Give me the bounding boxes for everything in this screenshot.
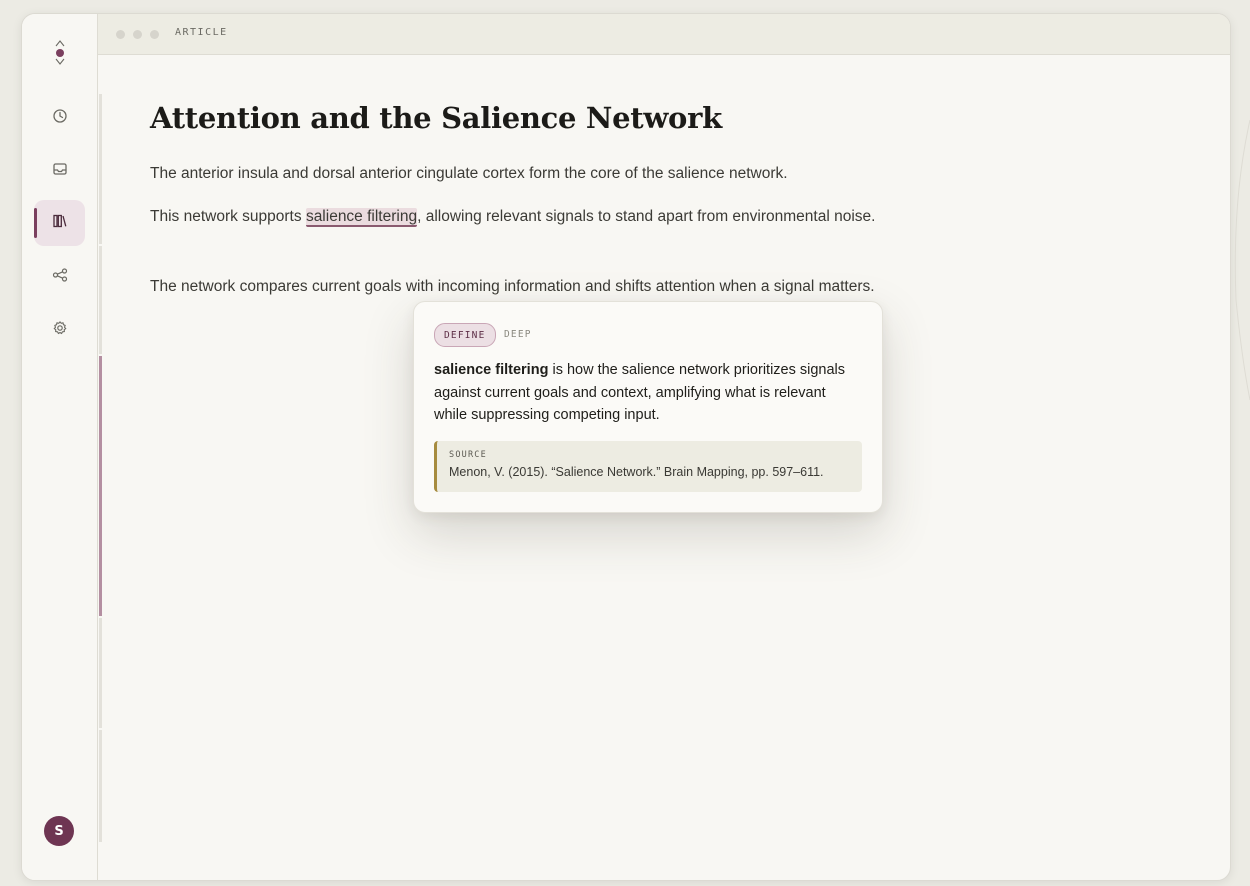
article-paragraph: The anterior insula and dorsal anterior … xyxy=(150,165,788,182)
source-citation: SOURCE Menon, V. (2015). “Salience Netwo… xyxy=(434,441,862,492)
share-graph-icon xyxy=(52,267,68,288)
sidebar-item-history[interactable] xyxy=(34,95,85,141)
rail-segment-active[interactable] xyxy=(99,356,102,616)
sidebar-item-library[interactable] xyxy=(34,200,85,246)
mode-tab-define[interactable]: DEFINE xyxy=(434,323,496,347)
avatar[interactable]: S xyxy=(44,816,74,846)
window-dot[interactable] xyxy=(150,30,159,39)
rail-segment[interactable] xyxy=(99,246,102,354)
window-dot[interactable] xyxy=(133,30,142,39)
highlighted-term[interactable]: salience filtering xyxy=(305,208,418,227)
background-decoration xyxy=(1234,119,1250,401)
sidebar-item-inbox[interactable] xyxy=(34,148,85,194)
source-label: SOURCE xyxy=(449,450,487,460)
inbox-icon xyxy=(52,161,68,182)
article-body: Attention and the Salience Network The a… xyxy=(150,94,890,295)
definition-popover: DEFINE DEEP salience filtering is how th… xyxy=(413,301,883,513)
rail-segment[interactable] xyxy=(99,618,102,728)
article-title: Attention and the Salience Network xyxy=(150,101,722,135)
definition-term: salience filtering xyxy=(434,362,549,378)
mode-tab-deep[interactable]: DEEP xyxy=(504,323,532,345)
sidebar-item-graph[interactable] xyxy=(34,254,85,300)
article-paragraph: This network supports salience filtering… xyxy=(150,203,875,230)
sidebar: S xyxy=(22,14,98,880)
title-bar: ARTICLE xyxy=(98,14,1230,55)
clock-icon xyxy=(52,108,68,129)
rail-segment[interactable] xyxy=(99,94,102,244)
source-text: Menon, V. (2015). “Salience Network.” Br… xyxy=(449,465,824,479)
app-window: S ARTICLE Attention and the Salience Net… xyxy=(21,13,1231,881)
gear-icon xyxy=(52,320,68,341)
definition-text: salience filtering is how the salience n… xyxy=(434,359,862,427)
reading-progress-rail[interactable] xyxy=(99,94,102,844)
logo-icon[interactable] xyxy=(50,37,70,71)
library-icon xyxy=(52,213,68,234)
paragraph-text: This network supports xyxy=(150,208,306,225)
rail-segment[interactable] xyxy=(99,730,102,842)
paragraph-text: , allowing relevant signals to stand apa… xyxy=(417,208,876,225)
article-paragraph: The network compares current goals with … xyxy=(150,278,875,295)
window-title: ARTICLE xyxy=(175,27,228,38)
window-dot[interactable] xyxy=(116,30,125,39)
sidebar-item-settings[interactable] xyxy=(34,307,85,353)
